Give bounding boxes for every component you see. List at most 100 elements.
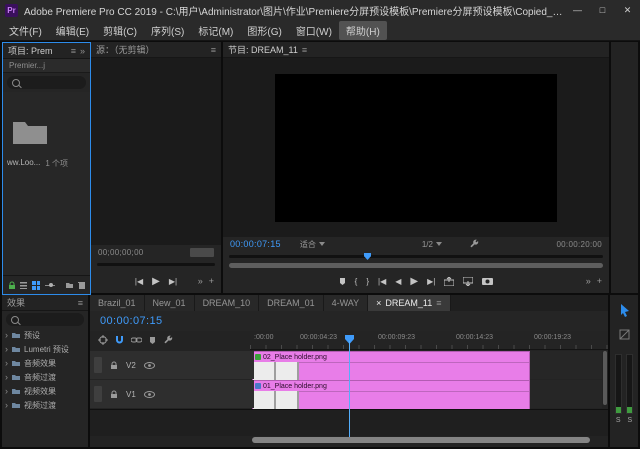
panel-menu-icon[interactable]: ≡ — [78, 298, 83, 308]
effects-item-audio-effects[interactable]: › 音频效果 — [2, 356, 88, 370]
go-to-in-icon[interactable]: |◀ — [135, 277, 143, 286]
sequence-tab-dream-01[interactable]: DREAM_01 — [259, 295, 324, 311]
bin-name[interactable]: ww.Loo... — [7, 158, 40, 169]
insert-overwrite-icon[interactable] — [98, 335, 108, 345]
project-panel-header[interactable]: 项目: Prem ≡ » — [3, 43, 90, 59]
add-button-icon[interactable]: + — [597, 276, 602, 286]
timeline-settings-wrench-icon[interactable] — [163, 335, 173, 345]
effects-item-audio-transitions[interactable]: › 音频过渡 — [2, 370, 88, 384]
extract-icon[interactable] — [463, 277, 473, 286]
go-to-in-icon[interactable]: |◀ — [378, 277, 386, 286]
track-lock-icon[interactable] — [110, 390, 118, 399]
effects-item-lumetri[interactable]: › Lumetri 预设 — [2, 342, 88, 356]
selection-tool-icon[interactable] — [618, 303, 631, 317]
track-label[interactable]: V1 — [126, 390, 136, 399]
folder-thumbnail-icon[interactable] — [11, 116, 49, 146]
play-icon[interactable]: ▶ — [410, 276, 418, 287]
program-zoom-scrollbar[interactable] — [223, 261, 609, 269]
project-tab[interactable]: Premier...j — [3, 59, 90, 73]
button-overflow-icon[interactable]: » — [198, 276, 203, 286]
trash-icon[interactable] — [78, 281, 85, 290]
project-search-input[interactable] — [7, 76, 86, 89]
project-bin-area[interactable]: ww.Loo... 1 个项 — [3, 92, 90, 275]
menu-markers[interactable]: 标记(M) — [191, 21, 240, 40]
project-writable-lock-icon[interactable] — [8, 281, 15, 290]
effects-item-video-transitions[interactable]: › 视频过渡 — [2, 398, 88, 412]
program-scrubber[interactable] — [223, 251, 609, 261]
maximize-button[interactable]: □ — [590, 0, 615, 20]
program-playhead[interactable] — [364, 253, 371, 260]
play-icon[interactable]: ▶ — [152, 276, 160, 287]
timeline-vertical-scrollbar[interactable] — [603, 351, 607, 405]
track-label[interactable]: V2 — [126, 361, 136, 370]
list-view-icon[interactable] — [20, 281, 28, 289]
fit-select[interactable]: 适合 — [300, 239, 325, 250]
add-marker-icon[interactable] — [339, 277, 346, 286]
source-patch-toggle[interactable] — [94, 357, 102, 373]
step-back-icon[interactable]: ◀ — [395, 277, 401, 286]
track-visibility-eye-icon[interactable] — [144, 391, 155, 398]
export-frame-camera-icon[interactable] — [482, 277, 493, 285]
timeline-timecode[interactable]: 00:00:07:15 — [100, 315, 163, 327]
menu-file[interactable]: 文件(F) — [2, 21, 49, 40]
chevron-right-icon[interactable]: › — [5, 372, 8, 382]
menu-help[interactable]: 帮助(H) — [339, 21, 387, 40]
track-visibility-eye-icon[interactable] — [144, 362, 155, 369]
track-v2-lane[interactable]: 02_Place holder.png — [250, 351, 602, 379]
panel-overflow-icon[interactable]: » — [80, 46, 85, 56]
menu-graphics[interactable]: 图形(G) — [240, 21, 288, 40]
clip-01-place-holder[interactable]: 01_Place holder.png — [252, 380, 530, 410]
chevron-right-icon[interactable]: › — [5, 400, 8, 410]
chevron-right-icon[interactable]: › — [5, 358, 8, 368]
zoom-slider[interactable] — [45, 285, 55, 286]
source-scrubber[interactable] — [91, 259, 221, 269]
menu-sequence[interactable]: 序列(S) — [144, 21, 191, 40]
track-lock-icon[interactable] — [110, 361, 118, 370]
resolution-select[interactable]: 1/2 — [422, 240, 442, 249]
chevron-right-icon[interactable]: › — [5, 386, 8, 396]
snap-magnet-icon[interactable] — [115, 335, 124, 345]
clip-fx-badge[interactable] — [255, 383, 261, 389]
linked-selection-icon[interactable] — [131, 336, 142, 344]
program-timecode[interactable]: 00:00:07:15 — [230, 239, 281, 249]
effects-search-input[interactable] — [6, 313, 84, 326]
sequence-tab-dream-10[interactable]: DREAM_10 — [195, 295, 260, 311]
settings-wrench-icon[interactable] — [469, 239, 479, 249]
menu-window[interactable]: 窗口(W) — [289, 21, 339, 40]
effects-panel-header[interactable]: 效果 ≡ — [2, 295, 88, 311]
sequence-tab-new-01[interactable]: New_01 — [145, 295, 195, 311]
add-button-icon[interactable]: + — [209, 276, 214, 286]
add-marker-icon[interactable] — [149, 336, 156, 345]
chevron-right-icon[interactable]: › — [5, 344, 8, 354]
tool-icon[interactable] — [619, 329, 630, 340]
time-ruler[interactable]: :00:00 00:00:04:23 00:00:09:23 00:00:14:… — [250, 331, 608, 350]
source-zoom-select[interactable] — [190, 248, 214, 257]
minimize-button[interactable]: — — [565, 0, 590, 20]
track-v1-lane[interactable]: 01_Place holder.png — [250, 380, 602, 408]
clip-02-place-holder[interactable]: 02_Place holder.png — [252, 351, 530, 381]
menu-edit[interactable]: 编辑(E) — [49, 21, 96, 40]
new-bin-icon[interactable] — [65, 281, 73, 289]
effects-item-video-effects[interactable]: › 视频效果 — [2, 384, 88, 398]
close-button[interactable]: ✕ — [615, 0, 640, 20]
effects-item-presets[interactable]: › 预设 — [2, 328, 88, 342]
sequence-tab-4-way[interactable]: 4-WAY — [324, 295, 369, 311]
panel-menu-icon[interactable]: ≡ — [211, 45, 216, 55]
solo-button-left[interactable]: S — [616, 417, 621, 424]
sequence-tab-brazil-01[interactable]: Brazil_01 — [90, 295, 145, 311]
program-panel-header[interactable]: 节目: DREAM_11 ≡ — [223, 42, 609, 58]
button-overflow-icon[interactable]: » — [586, 276, 591, 286]
panel-menu-icon[interactable]: ≡ — [436, 298, 441, 308]
tab-close-icon[interactable]: × — [376, 298, 381, 308]
mark-in-icon[interactable]: { — [355, 277, 358, 286]
lift-icon[interactable] — [444, 277, 454, 286]
clip-fx-badge[interactable] — [255, 354, 261, 360]
chevron-right-icon[interactable]: › — [5, 330, 8, 340]
mark-out-icon[interactable]: } — [366, 277, 369, 286]
sequence-tab-dream-11[interactable]: × DREAM_11 ≡ — [368, 295, 450, 311]
menu-clip[interactable]: 剪辑(C) — [96, 21, 144, 40]
solo-button-right[interactable]: S — [628, 417, 633, 424]
source-patch-toggle[interactable] — [94, 386, 102, 402]
icon-view-icon[interactable] — [32, 281, 40, 290]
panel-menu-icon[interactable]: ≡ — [71, 46, 76, 56]
